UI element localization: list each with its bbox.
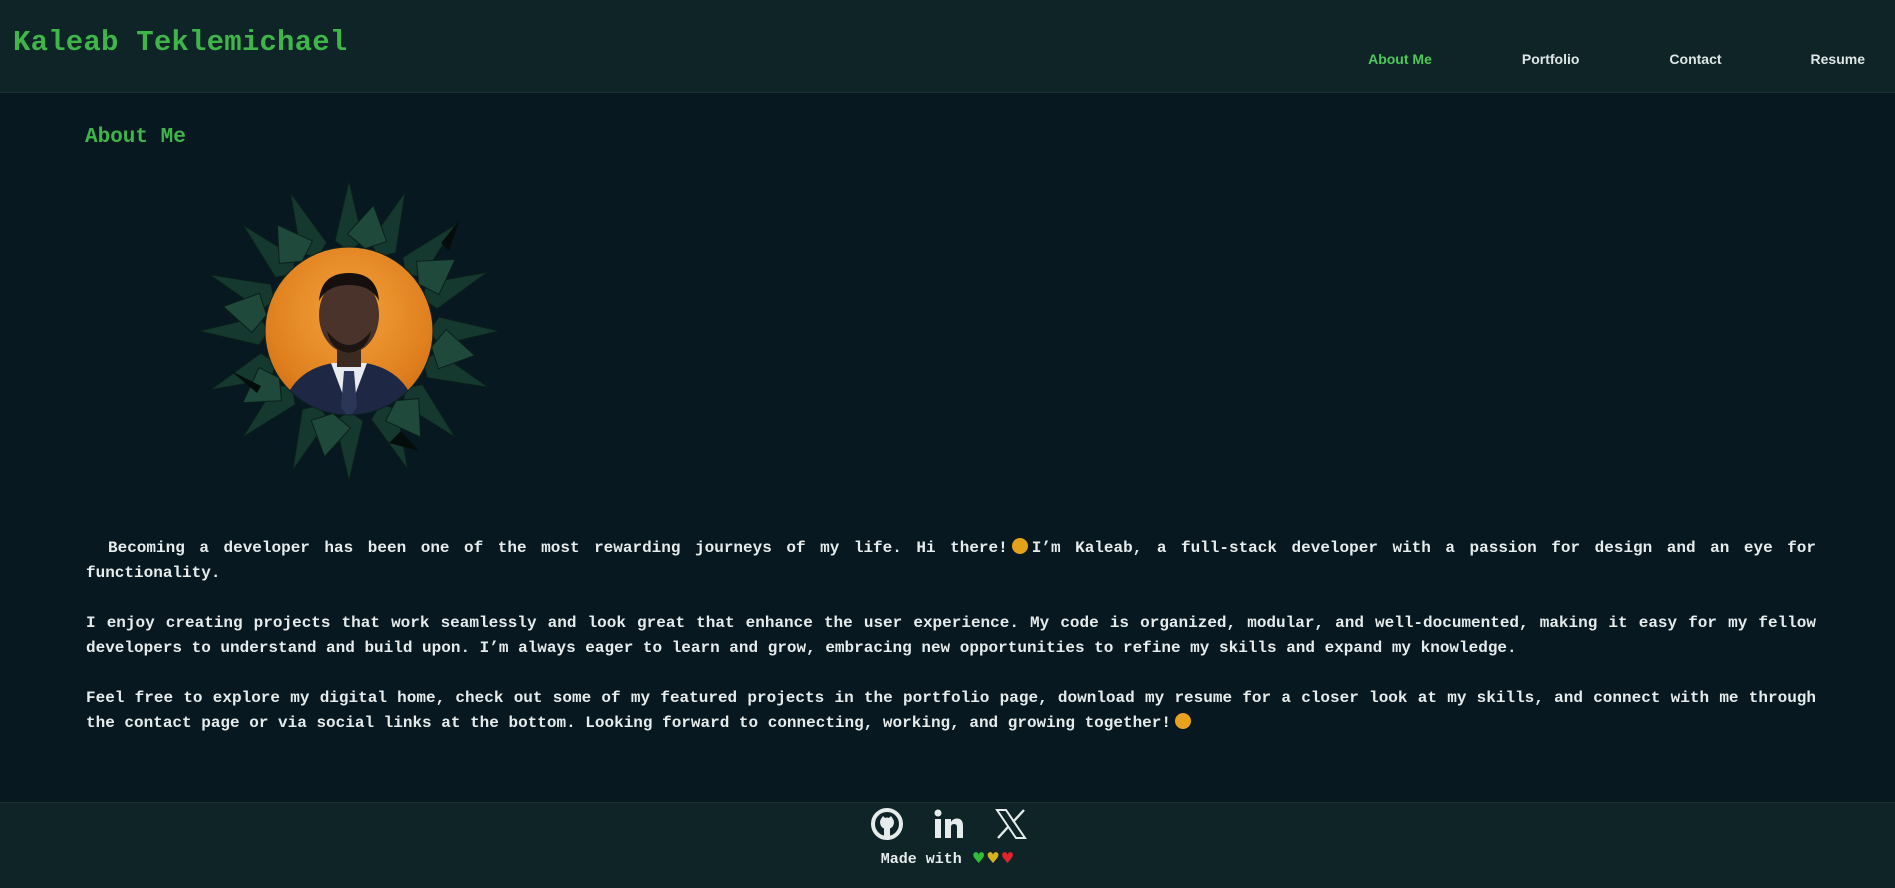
green-heart-icon: ♥ [971, 849, 986, 867]
site-footer: Made with ♥♥♥ [0, 802, 1895, 888]
brand-name[interactable]: Kaleab Teklemichael [13, 26, 347, 59]
nav-about-me[interactable]: About Me [1368, 51, 1432, 67]
profile-photo [198, 180, 500, 482]
yellow-heart-icon: ♥ [986, 849, 1000, 867]
nav-contact[interactable]: Contact [1669, 51, 1721, 67]
made-with-text: Made with [880, 851, 962, 868]
bio-paragraph-3: Feel free to explore my digital home, ch… [86, 686, 1816, 736]
made-with-line: Made with ♥♥♥ [0, 849, 1895, 868]
bio-paragraph-2: I enjoy creating projects that work seam… [86, 614, 1816, 657]
main-nav: About Me Portfolio Contact Resume [1368, 51, 1865, 67]
nav-portfolio[interactable]: Portfolio [1522, 51, 1580, 67]
site-header: Kaleab Teklemichael About Me Portfolio C… [0, 0, 1895, 93]
nav-resume[interactable]: Resume [1811, 51, 1865, 67]
smiling-face-emoji-icon [1011, 538, 1028, 554]
x-icon[interactable] [994, 807, 1028, 841]
portrait-frame [193, 175, 505, 487]
linkedin-icon[interactable] [932, 807, 966, 841]
main-content: About Me Becoming a developer has been o… [0, 92, 1895, 802]
github-icon[interactable] [870, 807, 904, 841]
red-heart-icon: ♥ [1000, 849, 1015, 867]
social-links [870, 807, 1028, 841]
bio-text: Becoming a developer has been one of the… [86, 536, 1816, 761]
bio-paragraph-1: Becoming a developer has been one of the… [86, 536, 1816, 586]
bio-p3-text: Feel free to explore my digital home, ch… [86, 689, 1816, 732]
page-title: About Me [85, 126, 186, 149]
bio-p1-part-a: Becoming a developer has been one of the… [108, 539, 1008, 557]
hugging-face-emoji-icon [1174, 713, 1191, 729]
